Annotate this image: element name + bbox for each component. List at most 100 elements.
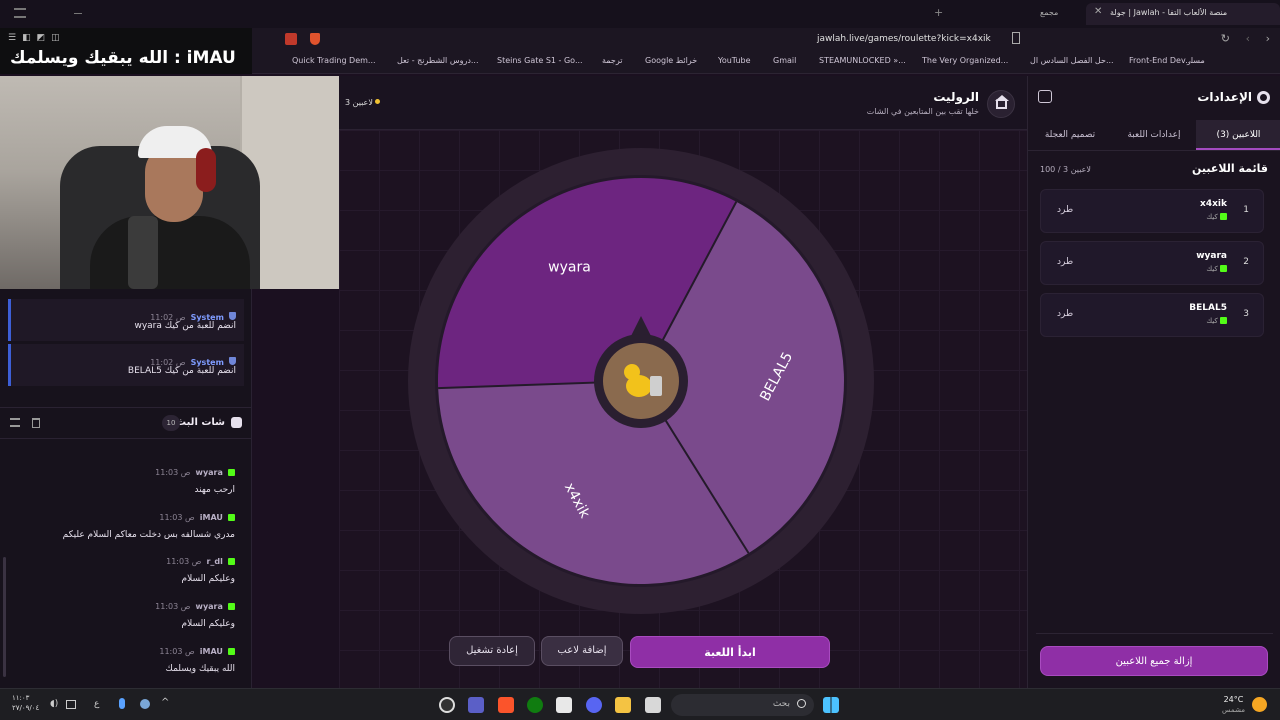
- teams-icon[interactable]: [468, 697, 484, 713]
- tab-close-icon[interactable]: ✕: [1094, 6, 1102, 17]
- forward-icon[interactable]: ‹: [1246, 32, 1250, 45]
- brave-icon[interactable]: [498, 697, 514, 713]
- chat-message: 11:03 ص wyara ارحب مهند: [5, 460, 235, 495]
- collapse-panel-icon[interactable]: [1038, 90, 1052, 103]
- bookmark-item[interactable]: Google خرائط: [645, 56, 697, 65]
- player-platform: كيك: [1206, 317, 1227, 325]
- platform-label: كيك: [1206, 317, 1218, 325]
- bookmark-item[interactable]: Quick Trading Dem...: [292, 56, 376, 65]
- chat-title: شات البث: [176, 417, 225, 428]
- bookmark-item[interactable]: STEAMUNLOCKED »...: [819, 56, 906, 65]
- chat-time: 11:03 ص: [166, 557, 202, 566]
- chat-text: ارحب مهند: [194, 485, 235, 495]
- chat-text: وعليكم السلام: [181, 574, 235, 584]
- player-card: 3 BELAL5 كيك طرد: [1040, 293, 1264, 337]
- xbox-icon[interactable]: [527, 697, 543, 713]
- chat-message: 11:03 ص iMAU الله يبقيك ويسلمك: [5, 639, 235, 674]
- player-rank: 3: [1243, 309, 1249, 319]
- status-dot: [375, 99, 381, 104]
- kick-icon: [228, 603, 235, 610]
- mic-icon[interactable]: [119, 698, 125, 709]
- player-rank: 1: [1243, 205, 1249, 215]
- language-indicator[interactable]: ع: [94, 699, 99, 709]
- tab-title: جولة | Jawlah - منصة الألعاب التفا: [1110, 8, 1228, 17]
- platform-label: كيك: [1206, 213, 1218, 221]
- obs-icon[interactable]: [439, 697, 455, 713]
- volume-icon[interactable]: ◖): [50, 699, 58, 709]
- address-bar-row: › ‹ ↻ jawlah.live/games/roulette?kick=x4…: [252, 28, 1280, 52]
- settings-title: الإعدادات: [1197, 90, 1252, 104]
- chat-user[interactable]: iMAU: [200, 647, 223, 656]
- add-player-button[interactable]: إضافة لاعب: [541, 636, 623, 666]
- chat-menu-icon[interactable]: [10, 418, 20, 427]
- kick-icon: [1220, 213, 1227, 220]
- chat-message: 11:03 ص r_dl وعليكم السلام: [5, 549, 235, 584]
- footer-divider: [1036, 633, 1273, 634]
- window-menu-icon[interactable]: [14, 8, 26, 18]
- chat-user[interactable]: wyara: [196, 602, 223, 611]
- remove-all-players-button[interactable]: إزالة جميع اللاعبين: [1040, 646, 1268, 676]
- url-field[interactable]: jawlah.live/games/roulette?kick=x4xik: [817, 34, 991, 44]
- bookmark-item[interactable]: مسار: [1187, 56, 1205, 65]
- brave-shield-icon[interactable]: [310, 33, 320, 45]
- tray-expand-icon[interactable]: ^: [161, 697, 169, 708]
- bookmark-icon[interactable]: [1012, 32, 1020, 44]
- bookmark-item[interactable]: ترجمة: [602, 56, 623, 65]
- chat-time: 11:03 ص: [155, 468, 191, 477]
- kick-player-button[interactable]: طرد: [1057, 257, 1073, 267]
- tab-wheel-design[interactable]: تصميم العجلة: [1028, 120, 1112, 150]
- bookmark-item[interactable]: حل الفصل السادس ال...: [1030, 56, 1114, 65]
- taskbar-clock[interactable]: ١١:٠٣ ٢٧/٠٩/٠٤: [12, 693, 39, 713]
- tab-players[interactable]: اللاعبين (3): [1196, 120, 1280, 150]
- bookmark-item[interactable]: YouTube: [718, 56, 751, 65]
- chat-message: 11:03 ص wyara وعليكم السلام: [5, 594, 235, 629]
- extension-icon[interactable]: [285, 33, 297, 45]
- tray-app-icon[interactable]: [140, 699, 150, 709]
- minimize-icon[interactable]: [74, 13, 82, 14]
- bookmark-item[interactable]: Steins Gate S1 - Go...: [497, 56, 583, 65]
- bookmark-item[interactable]: Front-End Dev...: [1129, 56, 1193, 65]
- taskbar-search[interactable]: بحث: [671, 694, 814, 716]
- tab-label-2[interactable]: مجمع: [1040, 8, 1058, 17]
- trash-icon[interactable]: [32, 418, 40, 428]
- bookmark-item[interactable]: The Very Organized...: [922, 56, 1008, 65]
- store-icon[interactable]: [556, 697, 572, 713]
- kick-icon: [228, 469, 235, 476]
- app-window-icon[interactable]: [645, 697, 661, 713]
- system-text: BELAL5 انضم للعبة من كيك: [127, 366, 236, 376]
- weather-widget[interactable]: 24°C مشمس: [1222, 694, 1245, 716]
- search-placeholder: بحث: [772, 699, 790, 709]
- chat-user[interactable]: iMAU: [200, 513, 223, 522]
- chat-icon: [231, 417, 242, 428]
- restart-button[interactable]: إعادة تشغيل: [449, 636, 535, 666]
- chat-user[interactable]: wyara: [196, 468, 223, 477]
- start-game-button[interactable]: ابدأ اللعبة: [630, 636, 830, 668]
- players-capacity: 100 / 3 لاعبين: [1040, 165, 1091, 174]
- new-tab-icon[interactable]: +: [934, 6, 943, 19]
- home-button[interactable]: [987, 90, 1015, 118]
- kick-player-button[interactable]: طرد: [1057, 309, 1073, 319]
- network-icon[interactable]: [66, 700, 76, 709]
- webcam-headphones: [196, 148, 216, 192]
- game-area: الروليت خلها تقب بين المتابعين في الشات …: [339, 76, 1027, 688]
- kick-player-button[interactable]: طرد: [1057, 205, 1073, 215]
- chat-count-badge: 10: [162, 415, 180, 431]
- windows-start-icon[interactable]: [823, 697, 839, 713]
- system-message: 11:02 ص System BELAL5 انضم للعبة من كيك: [8, 344, 244, 386]
- chat-user[interactable]: r_dl: [206, 557, 222, 566]
- browser-tab-active[interactable]: ✕ جولة | Jawlah - منصة الألعاب التفا: [1086, 3, 1280, 25]
- shield-icon: [229, 357, 236, 365]
- shield-icon: [229, 312, 236, 320]
- file-explorer-icon[interactable]: [615, 697, 631, 713]
- game-header: الروليت خلها تقب بين المتابعين في الشات …: [339, 76, 1027, 130]
- chat-scrollbar[interactable]: [3, 557, 6, 677]
- bookmark-item[interactable]: دروس الشطرنج - تعل...: [397, 56, 479, 65]
- bookmark-item[interactable]: Gmail: [773, 56, 796, 65]
- players-list-title: قائمة اللاعبين: [1192, 162, 1268, 175]
- tab-game-settings[interactable]: إعدادات اللعبة: [1112, 120, 1196, 150]
- roulette-wheel[interactable]: BELAL5 x4xik wyara: [406, 146, 876, 616]
- reload-icon[interactable]: ↻: [1221, 32, 1230, 45]
- back-icon[interactable]: ›: [1266, 32, 1270, 45]
- discord-icon[interactable]: [586, 697, 602, 713]
- chat-text: وعليكم السلام: [181, 619, 235, 629]
